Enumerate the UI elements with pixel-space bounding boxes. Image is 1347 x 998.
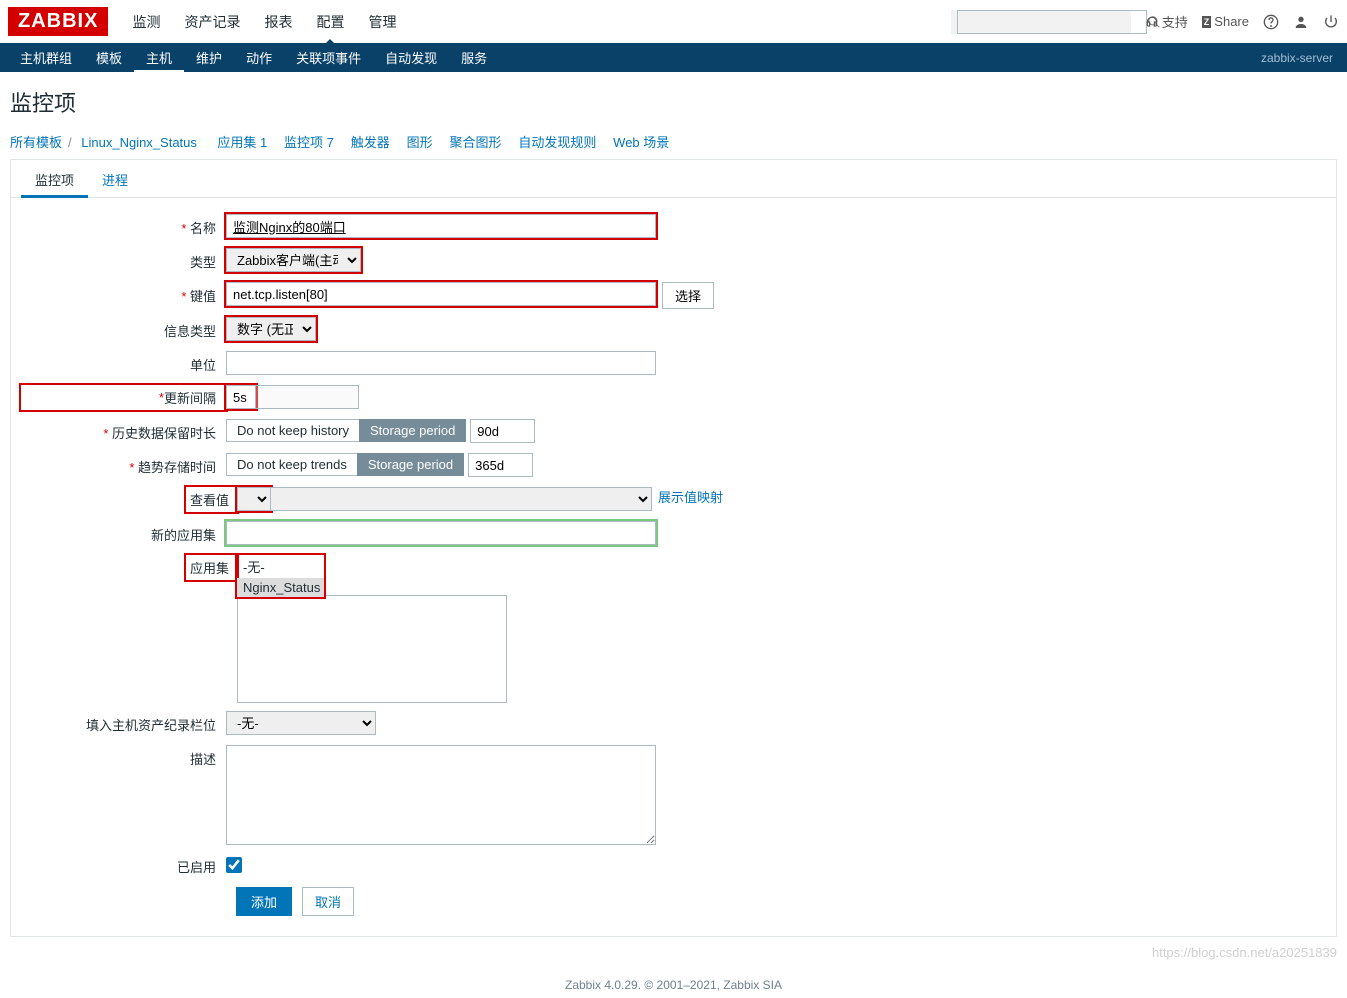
- type-select[interactable]: Zabbix客户端(主动式): [226, 248, 361, 272]
- label-inventory: 填入主机资产纪录栏位: [21, 711, 226, 734]
- label-name: 名称: [181, 221, 216, 236]
- label-applications: 应用集: [190, 558, 229, 577]
- watermark: https://blog.csdn.net/a20251839: [0, 945, 1347, 964]
- app-option-nginx[interactable]: Nginx_Status: [237, 578, 324, 597]
- sub-nav: 主机群组 模板 主机 维护 动作 关联项事件 自动发现 服务 zabbix-se…: [0, 43, 1347, 72]
- subnav-maintenance[interactable]: 维护: [184, 42, 234, 73]
- nav-configuration[interactable]: 配置: [304, 0, 356, 44]
- subnav-hostgroups[interactable]: 主机群组: [8, 42, 84, 73]
- subnav-templates[interactable]: 模板: [84, 42, 134, 73]
- update-interval-input[interactable]: [226, 385, 256, 409]
- form-container: 监控项 进程 名称 类型 Zabbix客户端(主动式) 键值 选择 信息类型 数…: [10, 159, 1337, 937]
- bc-web[interactable]: Web 场景: [613, 135, 669, 150]
- subnav-correlation[interactable]: 关联项事件: [284, 42, 373, 73]
- tab-process[interactable]: 进程: [88, 160, 142, 197]
- bc-screens[interactable]: 聚合图形: [449, 135, 501, 150]
- footer: Zabbix 4.0.29. © 2001–2021, Zabbix SIA: [0, 964, 1347, 998]
- update-interval-ext[interactable]: [256, 385, 359, 409]
- nav-monitoring[interactable]: 监测: [120, 0, 172, 44]
- power-icon[interactable]: [1323, 14, 1339, 30]
- nav-administration[interactable]: 管理: [356, 0, 408, 44]
- page-title: 监控项: [10, 86, 1337, 118]
- label-show-value: 查看值: [190, 490, 229, 509]
- label-info-type: 信息类型: [21, 317, 226, 340]
- label-type: 类型: [21, 248, 226, 271]
- form-tabs: 监控项 进程: [11, 160, 1336, 198]
- trends-storage[interactable]: Storage period: [357, 453, 464, 476]
- inventory-select[interactable]: -无-: [226, 711, 376, 735]
- history-toggle: Do not keep history Storage period: [226, 419, 466, 442]
- help-icon[interactable]: [1263, 14, 1279, 30]
- key-input[interactable]: [226, 282, 656, 306]
- search-box[interactable]: [951, 10, 1131, 34]
- enabled-checkbox[interactable]: [226, 857, 242, 873]
- share-link[interactable]: Z Share: [1202, 14, 1249, 29]
- history-nokeep[interactable]: Do not keep history: [226, 419, 359, 442]
- bc-discovery[interactable]: 自动发现规则: [518, 135, 596, 150]
- top-nav: 监测 资产记录 报表 配置 管理: [120, 0, 408, 44]
- label-new-app: 新的应用集: [21, 521, 226, 544]
- history-storage[interactable]: Storage period: [359, 419, 466, 442]
- trends-value-input[interactable]: [468, 453, 533, 477]
- share-icon: Z: [1202, 16, 1212, 28]
- trends-toggle: Do not keep trends Storage period: [226, 453, 464, 476]
- label-description: 描述: [21, 745, 226, 768]
- bc-items[interactable]: 监控项 7: [284, 135, 334, 150]
- subnav-discovery[interactable]: 自动发现: [373, 42, 449, 73]
- logo[interactable]: ZABBIX: [8, 7, 108, 36]
- subnav-services[interactable]: 服务: [449, 42, 499, 73]
- support-link[interactable]: 支持: [1145, 12, 1188, 31]
- applications-listbox[interactable]: [237, 595, 507, 703]
- topbar-right: 支持 Z Share: [951, 10, 1339, 34]
- label-history: 历史数据保留时长: [103, 426, 216, 441]
- cancel-button[interactable]: 取消: [302, 887, 354, 916]
- nav-inventory[interactable]: 资产记录: [172, 0, 252, 44]
- bc-triggers[interactable]: 触发器: [351, 135, 390, 150]
- bc-applications[interactable]: 应用集 1: [217, 135, 267, 150]
- name-input[interactable]: [226, 214, 656, 238]
- label-update-interval: 更新间隔: [164, 388, 216, 407]
- info-type-select[interactable]: 数字 (无正负): [226, 317, 316, 341]
- label-trends: 趋势存储时间: [129, 460, 216, 475]
- server-name: zabbix-server: [1261, 51, 1339, 65]
- bc-graphs[interactable]: 图形: [407, 135, 433, 150]
- bc-all-templates[interactable]: 所有模板: [10, 135, 62, 150]
- form-body: 名称 类型 Zabbix客户端(主动式) 键值 选择 信息类型 数字 (无正负)…: [11, 198, 1336, 936]
- label-key: 键值: [181, 289, 216, 304]
- user-icon[interactable]: [1293, 14, 1309, 30]
- key-select-button[interactable]: 选择: [662, 282, 714, 309]
- add-button[interactable]: 添加: [236, 887, 292, 916]
- new-app-input[interactable]: [226, 521, 656, 545]
- label-units: 单位: [21, 351, 226, 374]
- bc-template[interactable]: Linux_Nginx_Status: [81, 135, 197, 150]
- subnav-actions[interactable]: 动作: [234, 42, 284, 73]
- app-option-none[interactable]: -无-: [237, 555, 324, 578]
- units-input[interactable]: [226, 351, 656, 375]
- breadcrumb: 所有模板/ Linux_Nginx_Status 应用集 1 监控项 7 触发器…: [10, 132, 1337, 151]
- applications-wrap: -无- Nginx_Status: [237, 555, 507, 703]
- description-textarea[interactable]: [226, 745, 656, 845]
- show-value-select-hl[interactable]: 不变: [237, 487, 271, 511]
- label-enabled: 已启用: [21, 853, 226, 876]
- history-value-input[interactable]: [470, 419, 535, 443]
- search-input[interactable]: [957, 10, 1147, 34]
- subnav-hosts[interactable]: 主机: [134, 42, 184, 73]
- share-label: Share: [1214, 14, 1249, 29]
- support-label: 支持: [1162, 12, 1188, 31]
- trends-nokeep[interactable]: Do not keep trends: [226, 453, 357, 476]
- show-value-select[interactable]: [271, 487, 652, 511]
- nav-reports[interactable]: 报表: [252, 0, 304, 44]
- tab-item[interactable]: 监控项: [21, 160, 88, 197]
- show-value-map-link[interactable]: 展示值映射: [658, 487, 723, 506]
- topbar: ZABBIX 监测 资产记录 报表 配置 管理 支持 Z Share: [0, 0, 1347, 43]
